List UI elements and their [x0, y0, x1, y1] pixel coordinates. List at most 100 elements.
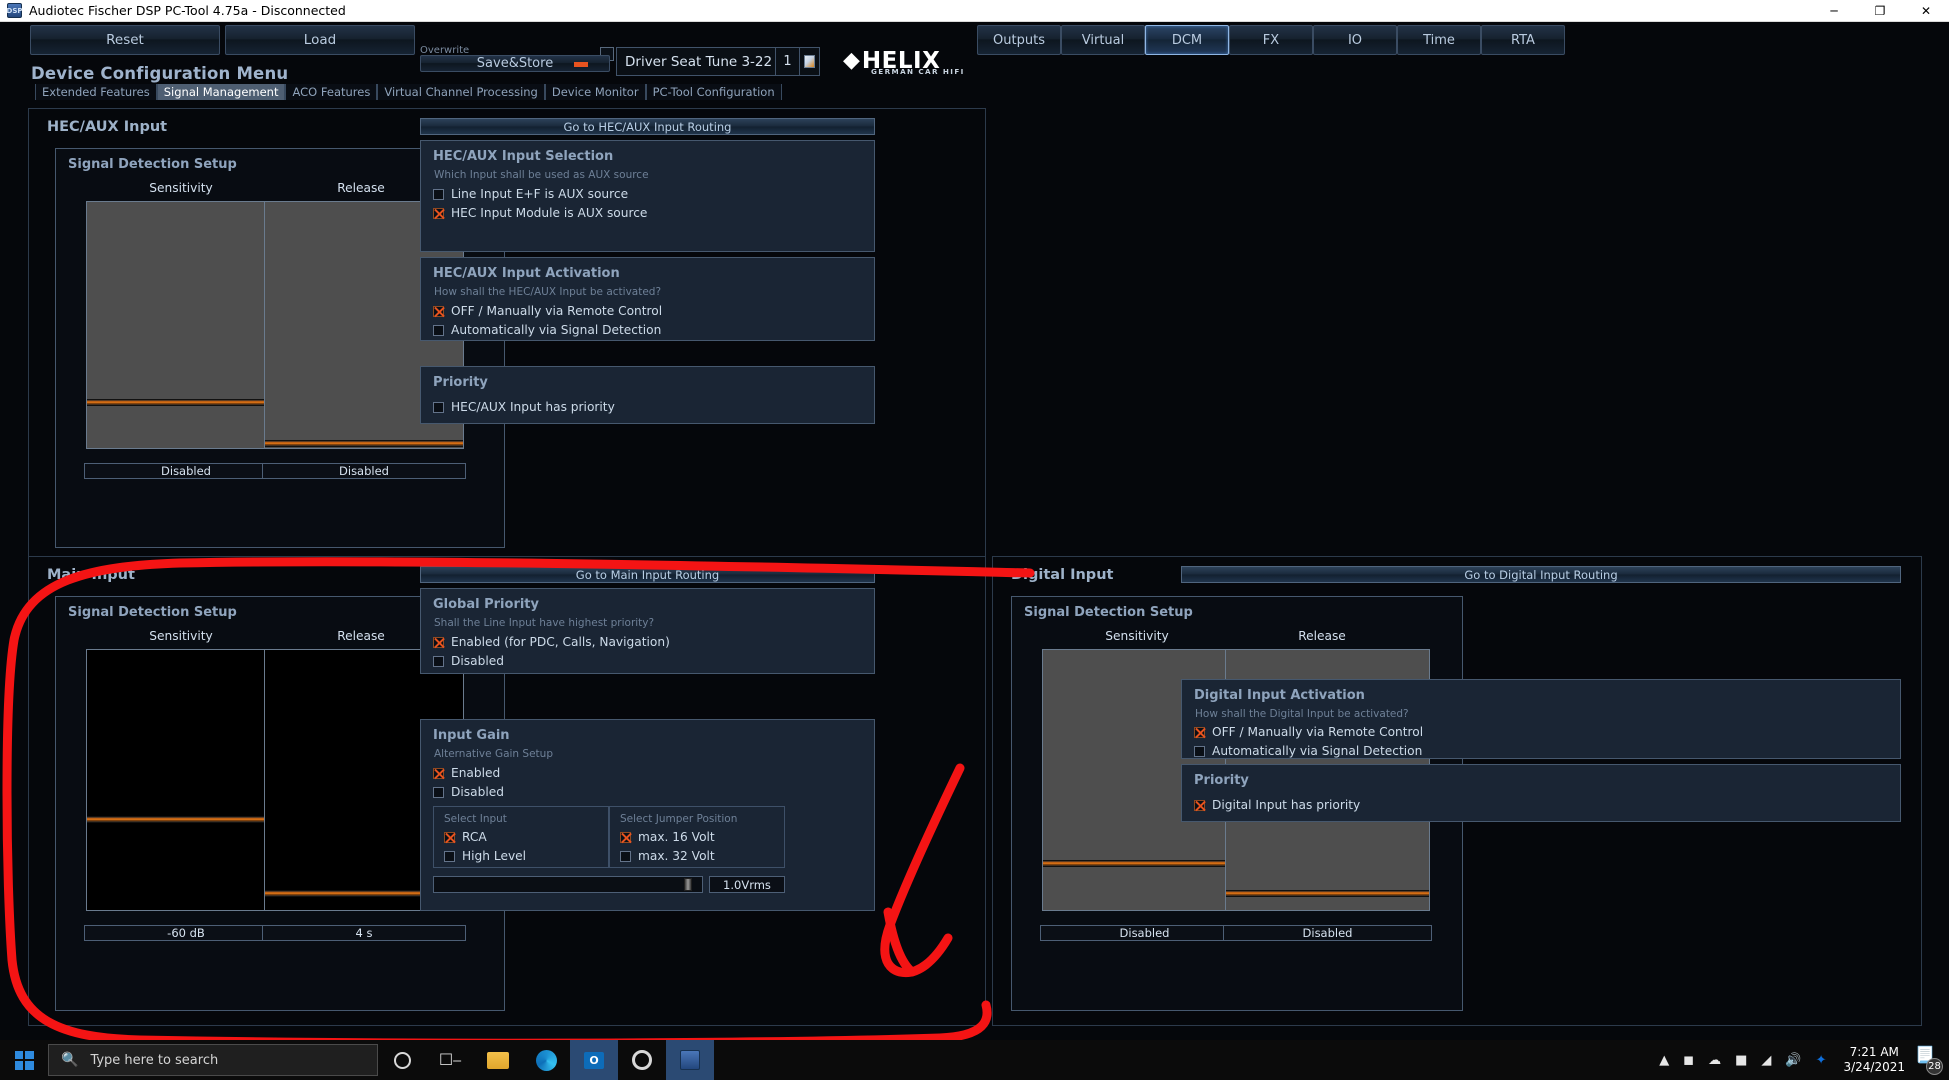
nav-dcm[interactable]: DCM	[1145, 25, 1229, 55]
camera-icon[interactable]: ◼	[1676, 1053, 1701, 1068]
option-label: Line Input E+F is AUX source	[451, 187, 629, 201]
notification-center-icon[interactable]: 📃 28	[1915, 1047, 1943, 1075]
digital-input-sensitivity-handle[interactable]	[1043, 860, 1246, 867]
nav-outputs[interactable]: Outputs	[977, 25, 1061, 55]
checkbox-unchecked-icon[interactable]	[433, 324, 444, 336]
nav-virtual[interactable]: Virtual	[1061, 25, 1145, 55]
task-view-icon[interactable]: ☐⎯	[426, 1040, 474, 1080]
main-input-sensitivity-meter[interactable]	[86, 649, 286, 911]
tab-extended-features[interactable]: Extended Features	[35, 84, 157, 100]
hec-aux-selection-subtitle: Which Input shall be used as AUX source	[434, 169, 649, 181]
show-hidden-icons-chevron-icon[interactable]: ▲	[1652, 1053, 1676, 1068]
taskbar-clock[interactable]: 7:21 AM 3/24/2021	[1833, 1045, 1915, 1075]
global-priority-enabled[interactable]: Enabled (for PDC, Calls, Navigation)	[433, 634, 670, 650]
hec-aux-priority-title: Priority	[433, 375, 488, 390]
select-input-rca[interactable]: RCA	[444, 829, 487, 845]
reset-button[interactable]: Reset	[30, 25, 220, 55]
settings-icon[interactable]	[618, 1040, 666, 1080]
input-gain-slider[interactable]	[433, 876, 703, 893]
onedrive-icon[interactable]: ☁	[1701, 1053, 1728, 1068]
hec-aux-release-handle[interactable]	[265, 440, 463, 447]
tab-device-monitor[interactable]: Device Monitor	[544, 84, 646, 100]
digital-input-release-label: Release	[1298, 629, 1346, 643]
select-input-high-level[interactable]: High Level	[444, 848, 526, 864]
checkbox-checked-icon[interactable]	[433, 767, 444, 779]
dropbox-icon[interactable]: ✦	[1809, 1053, 1834, 1068]
hec-aux-priority-option[interactable]: HEC/AUX Input has priority	[433, 399, 615, 415]
checkbox-checked-icon[interactable]	[1194, 726, 1205, 738]
select-jumper-32v[interactable]: max. 32 Volt	[620, 848, 715, 864]
hec-aux-activation-auto[interactable]: Automatically via Signal Detection	[433, 322, 661, 338]
battery-icon[interactable]: ■	[1728, 1053, 1754, 1068]
hec-aux-option-line-ef[interactable]: Line Input E+F is AUX source	[433, 186, 628, 202]
select-input-title: Select Input	[444, 813, 507, 825]
preset-name-field[interactable]: Driver Seat Tune 3-22	[616, 47, 776, 76]
hec-aux-option-hec-module[interactable]: HEC Input Module is AUX source	[433, 205, 647, 221]
checkbox-checked-icon[interactable]	[444, 831, 455, 843]
checkbox-checked-icon[interactable]	[620, 831, 631, 843]
nav-fx[interactable]: FX	[1229, 25, 1313, 55]
preset-number-field[interactable]: 1	[776, 47, 800, 76]
file-explorer-icon[interactable]	[474, 1040, 522, 1080]
hec-aux-sensitivity-label: Sensitivity	[149, 181, 213, 195]
maximize-button[interactable]: ❐	[1857, 0, 1903, 22]
digital-input-release-handle[interactable]	[1226, 890, 1429, 897]
checkbox-checked-icon[interactable]	[1194, 799, 1205, 811]
main-input-routing-button[interactable]: Go to Main Input Routing	[420, 566, 875, 583]
digital-input-activation-off[interactable]: OFF / Manually via Remote Control	[1194, 724, 1423, 740]
checkbox-unchecked-icon[interactable]	[433, 401, 444, 413]
tab-pc-tool-configuration[interactable]: PC-Tool Configuration	[645, 84, 782, 100]
hec-aux-sensitivity-handle[interactable]	[87, 399, 285, 406]
hec-aux-routing-button[interactable]: Go to HEC/AUX Input Routing	[420, 118, 875, 135]
select-jumper-16v[interactable]: max. 16 Volt	[620, 829, 715, 845]
nav-rta[interactable]: RTA	[1481, 25, 1565, 55]
edge-browser-icon[interactable]	[522, 1040, 570, 1080]
digital-input-activation-auto[interactable]: Automatically via Signal Detection	[1194, 743, 1422, 759]
hec-aux-sensitivity-meter[interactable]	[86, 201, 286, 449]
checkbox-checked-icon[interactable]	[433, 207, 444, 219]
tab-virtual-channel-processing[interactable]: Virtual Channel Processing	[377, 84, 545, 100]
digital-input-activation-subtitle: How shall the Digital Input be activated…	[1195, 708, 1409, 720]
start-button[interactable]	[0, 1040, 48, 1080]
load-button[interactable]: Load	[225, 25, 415, 55]
digital-input-detection-title: Signal Detection Setup	[1024, 605, 1193, 620]
hec-aux-activation-title: HEC/AUX Input Activation	[433, 266, 620, 281]
hec-aux-selection-group: HEC/AUX Input Selection Which Input shal…	[420, 140, 875, 252]
option-label: High Level	[462, 849, 527, 863]
wifi-icon[interactable]: ◢	[1754, 1053, 1778, 1068]
digital-input-routing-button[interactable]: Go to Digital Input Routing	[1181, 566, 1901, 583]
nav-io[interactable]: IO	[1313, 25, 1397, 55]
option-label: max. 32 Volt	[638, 849, 715, 863]
global-priority-disabled[interactable]: Disabled	[433, 653, 504, 669]
digital-input-sensitivity-value: Disabled	[1040, 925, 1249, 941]
outlook-icon[interactable]: O	[570, 1040, 618, 1080]
checkbox-checked-icon[interactable]	[433, 305, 444, 317]
digital-input-priority-option[interactable]: Digital Input has priority	[1194, 797, 1360, 813]
checkbox-unchecked-icon[interactable]	[620, 850, 631, 862]
checkbox-unchecked-icon[interactable]	[433, 188, 444, 200]
clock-date: 3/24/2021	[1843, 1060, 1905, 1074]
select-input-group: Select Input RCA High Level	[433, 806, 609, 868]
checkbox-unchecked-icon[interactable]	[433, 786, 444, 798]
tab-signal-management[interactable]: Signal Management	[156, 84, 286, 100]
main-input-sensitivity-handle[interactable]	[87, 816, 285, 823]
volume-icon[interactable]: 🔊	[1778, 1053, 1808, 1068]
option-label: Automatically via Signal Detection	[1212, 744, 1423, 758]
checkbox-unchecked-icon[interactable]	[1194, 745, 1205, 757]
close-button[interactable]: ✕	[1903, 0, 1949, 22]
checkbox-unchecked-icon[interactable]	[433, 655, 444, 667]
minimize-button[interactable]: ─	[1811, 0, 1857, 22]
input-gain-slider-knob[interactable]	[684, 878, 692, 891]
cortana-icon[interactable]	[378, 1040, 426, 1080]
nav-time[interactable]: Time	[1397, 25, 1481, 55]
search-input[interactable]: 🔍 Type here to search	[48, 1044, 378, 1076]
checkbox-checked-icon[interactable]	[433, 636, 444, 648]
hec-aux-activation-off[interactable]: OFF / Manually via Remote Control	[433, 303, 662, 319]
edit-preset-button[interactable]	[800, 47, 820, 76]
digital-input-panel: Digital Input Signal Detection Setup Sen…	[992, 556, 1922, 1026]
tab-aco-features[interactable]: ACO Features	[285, 84, 378, 100]
dsp-pc-tool-icon[interactable]	[666, 1040, 714, 1080]
checkbox-unchecked-icon[interactable]	[444, 850, 455, 862]
input-gain-disabled[interactable]: Disabled	[433, 784, 504, 800]
input-gain-enabled[interactable]: Enabled	[433, 765, 500, 781]
